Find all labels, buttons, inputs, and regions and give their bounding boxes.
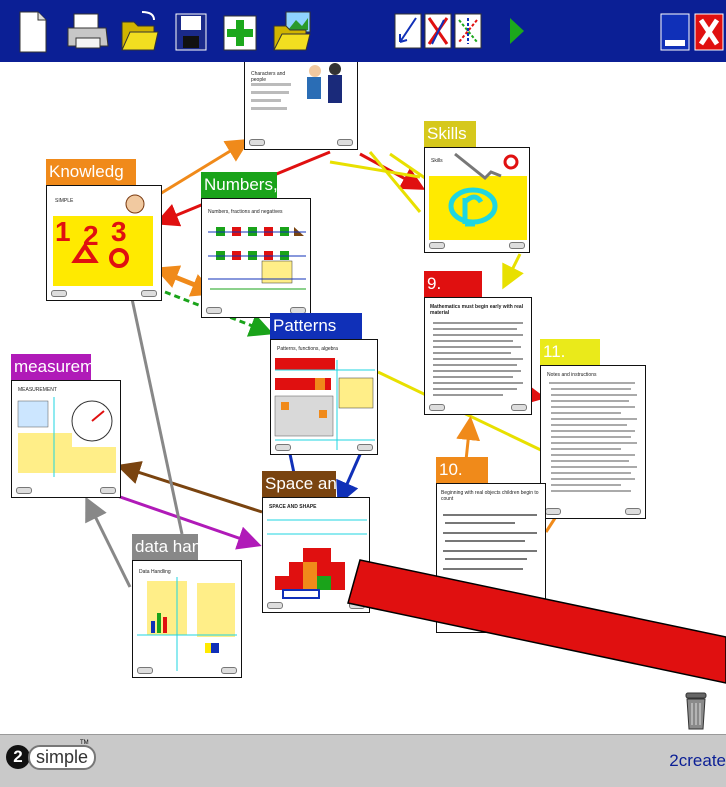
page-card-nine[interactable]: Mathematics must begin early with real m… xyxy=(424,297,532,415)
page-card-datahandling[interactable]: Data Handling xyxy=(132,560,242,678)
link-arrows-icon[interactable] xyxy=(394,8,422,54)
page-card-top[interactable]: Characters and people xyxy=(244,62,358,150)
page-card-eleven[interactable]: Notes and instructions xyxy=(540,365,646,519)
page-card-knowledge[interactable]: SIMPLE 1 2 3 xyxy=(46,185,162,301)
page-label-numbers: Numbers, xyxy=(201,172,277,198)
toolbar xyxy=(0,0,726,62)
page-canvas[interactable]: Characters and people Knowledg SIMPLE 1 … xyxy=(0,62,726,734)
page-label-ten: 10. xyxy=(436,457,488,483)
open-picture-folder-icon[interactable] xyxy=(272,8,312,54)
play-icon[interactable] xyxy=(506,8,528,54)
swap-links-icon[interactable] xyxy=(454,8,482,54)
page-label-patterns: Patterns xyxy=(270,313,362,339)
page-card-skills[interactable]: Skills xyxy=(424,147,530,253)
trash-icon[interactable] xyxy=(682,691,710,731)
new-page-icon[interactable] xyxy=(16,8,48,54)
add-page-icon[interactable] xyxy=(222,8,258,54)
delete-link-icon[interactable] xyxy=(424,8,452,54)
page-card-ten[interactable]: Beginning with real objects children beg… xyxy=(436,483,546,633)
close-icon[interactable] xyxy=(694,8,724,54)
page-label-eleven: 11. xyxy=(540,339,600,365)
brand-name: 2create xyxy=(669,751,726,770)
footer: 2 simple TM 2create xyxy=(0,734,726,787)
page-label-space: Space an xyxy=(262,471,336,497)
save-disk-icon[interactable] xyxy=(174,8,208,54)
page-label-nine: 9. xyxy=(424,271,482,297)
knowledge-digit: 2 xyxy=(83,220,99,251)
page-card-numbers[interactable]: Numbers, fractions and negatives xyxy=(201,198,311,318)
logo-word: simple xyxy=(28,744,97,770)
knowledge-digit: 1 xyxy=(55,216,71,247)
knowledge-digit: 3 xyxy=(111,216,127,247)
page-card-measurement[interactable]: MEASUREMENT xyxy=(11,380,121,498)
page-label-measurement: measurem xyxy=(11,354,91,380)
trademark-mark: TM xyxy=(80,740,89,746)
page-card-patterns[interactable]: Patterns, functions, algebra xyxy=(270,339,378,455)
open-folder-icon[interactable] xyxy=(120,8,160,54)
page-label-knowledge: Knowledg xyxy=(46,159,136,185)
simple-logo: 2 simple TM xyxy=(6,740,97,772)
page-card-space[interactable]: SPACE AND SHAPE xyxy=(262,497,370,613)
print-icon[interactable] xyxy=(66,8,110,54)
minimize-icon[interactable] xyxy=(660,8,690,54)
page-label-datahandling: data han xyxy=(132,534,198,560)
page-label-skills: Skills xyxy=(424,121,476,147)
logo-number: 2 xyxy=(6,745,30,769)
